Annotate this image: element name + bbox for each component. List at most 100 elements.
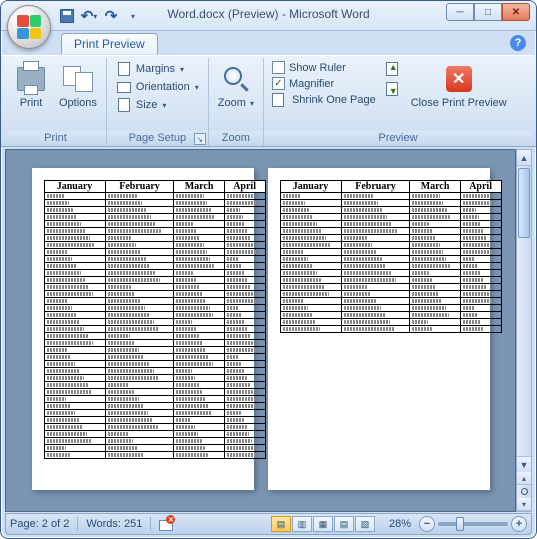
group-page-setup: Margins▾ Orientation▾ Size▾ Page Setup↘ (107, 58, 209, 146)
table-row (44, 354, 265, 361)
page-setup-launcher[interactable]: ↘ (194, 133, 206, 145)
close-preview-label: Close Print Preview (411, 97, 507, 109)
office-logo-icon (17, 15, 41, 39)
table-row (44, 382, 265, 389)
maximize-button[interactable]: □ (474, 3, 502, 21)
table-row (44, 445, 265, 452)
table-row (44, 424, 265, 431)
orientation-button[interactable]: Orientation▾ (112, 78, 203, 96)
table-row (44, 298, 265, 305)
next-page-icon: ▼ (386, 82, 398, 96)
next-page-nav-button[interactable]: ▾ (517, 498, 531, 511)
scroll-down-button[interactable]: ▼ (517, 456, 531, 472)
orientation-icon (117, 82, 131, 93)
chevron-down-icon: ▾ (162, 101, 166, 110)
print-layout-view-button[interactable]: ▤ (271, 516, 291, 532)
save-icon (60, 9, 74, 23)
close-window-button[interactable]: ✕ (502, 3, 530, 21)
show-ruler-checkbox[interactable]: Show Ruler (269, 60, 379, 75)
titlebar: ↶▾ ↷ ▾ Word.docx (Preview) - Microsoft W… (1, 1, 536, 31)
table-row (44, 410, 265, 417)
scroll-up-button[interactable]: ▲ (517, 150, 531, 166)
web-icon: ▦ (319, 519, 328, 530)
table-row (280, 242, 501, 249)
table-row (44, 256, 265, 263)
outline-view-button[interactable]: ▤ (334, 516, 354, 532)
options-button[interactable]: Options (55, 60, 101, 112)
table-row (280, 319, 501, 326)
table-row (44, 291, 265, 298)
vertical-scrollbar: ▲ ▼ ▴ ▾ (516, 149, 532, 512)
ribbon: Print Options Print Margins▾ Orientation… (1, 55, 536, 147)
table-row (280, 277, 501, 284)
zoom-in-button[interactable]: + (511, 516, 527, 532)
zoom-slider[interactable] (438, 522, 508, 526)
full-screen-view-button[interactable]: ▥ (292, 516, 312, 532)
web-layout-view-button[interactable]: ▦ (313, 516, 333, 532)
table-row (280, 284, 501, 291)
ribbon-tab-row: Print Preview ? (1, 31, 536, 55)
size-button[interactable]: Size▾ (112, 96, 203, 114)
table-row (44, 368, 265, 375)
zoom-out-button[interactable]: − (419, 516, 435, 532)
circle-icon (521, 488, 528, 495)
page-indicator[interactable]: Page: 2 of 2 (10, 518, 69, 530)
previous-page-button[interactable]: ▲ (384, 60, 400, 78)
qat-customize-button[interactable]: ▾ (123, 6, 143, 26)
table-row (44, 235, 265, 242)
table-row (280, 228, 501, 235)
view-buttons: ▤ ▥ ▦ ▤ ▧ (271, 516, 375, 532)
group-label: Page Setup↘ (107, 131, 208, 146)
table-row (44, 396, 265, 403)
table-row (280, 326, 501, 333)
next-page-button[interactable]: ▼ (384, 80, 400, 98)
magnifier-checkbox[interactable]: ✓Magnifier (269, 76, 379, 91)
table-row (280, 291, 501, 298)
status-bar: Page: 2 of 2 Words: 251 ✕ ▤ ▥ ▦ ▤ ▧ 28% … (5, 513, 532, 535)
zoom-button[interactable]: Zoom ▾ (214, 60, 258, 112)
table-row (44, 361, 265, 368)
slider-thumb[interactable] (456, 517, 464, 531)
table-row (44, 347, 265, 354)
table-row (280, 235, 501, 242)
table-row (280, 214, 501, 221)
shrink-icon (272, 93, 284, 107)
minimize-button[interactable]: ─ (446, 3, 474, 21)
close-print-preview-button[interactable]: ✕ Close Print Preview (407, 60, 511, 112)
table-row (44, 305, 265, 312)
orientation-label: Orientation (136, 81, 190, 93)
proofing-button[interactable]: ✕ (159, 517, 173, 531)
table-row (44, 326, 265, 333)
margins-button[interactable]: Margins▾ (112, 60, 203, 78)
document-preview-area[interactable]: JanuaryFebruaryMarchApril JanuaryFebruar… (5, 149, 516, 512)
scroll-track[interactable] (517, 166, 531, 456)
size-icon (118, 98, 130, 112)
prev-page-nav-button[interactable]: ▴ (517, 472, 531, 485)
table-header: March (174, 181, 224, 193)
table-row (44, 214, 265, 221)
show-ruler-label: Show Ruler (289, 62, 346, 74)
undo-button[interactable]: ↶▾ (79, 6, 99, 26)
table-header: April (460, 181, 501, 193)
office-button[interactable] (7, 5, 51, 49)
save-button[interactable] (57, 6, 77, 26)
quick-access-toolbar: ↶▾ ↷ ▾ (57, 6, 143, 26)
print-button[interactable]: Print (10, 60, 52, 112)
word-count[interactable]: Words: 251 (86, 518, 142, 530)
zoom-percent[interactable]: 28% (389, 518, 411, 530)
book-icon: ▥ (298, 519, 307, 530)
table-row (44, 431, 265, 438)
double-up-icon: ▴ (522, 474, 526, 483)
help-icon: ? (515, 37, 522, 49)
tab-print-preview[interactable]: Print Preview (61, 33, 158, 54)
scroll-thumb[interactable] (518, 168, 530, 238)
help-button[interactable]: ? (510, 35, 526, 51)
browse-object-button[interactable] (517, 485, 531, 498)
shrink-one-page-button[interactable]: Shrink One Page (269, 92, 379, 108)
app-window: ↶▾ ↷ ▾ Word.docx (Preview) - Microsoft W… (0, 0, 537, 539)
table-row (280, 263, 501, 270)
table-row (44, 207, 265, 214)
draft-view-button[interactable]: ▧ (355, 516, 375, 532)
preview-page-1: JanuaryFebruaryMarchApril (32, 168, 254, 490)
redo-button[interactable]: ↷ (101, 6, 121, 26)
